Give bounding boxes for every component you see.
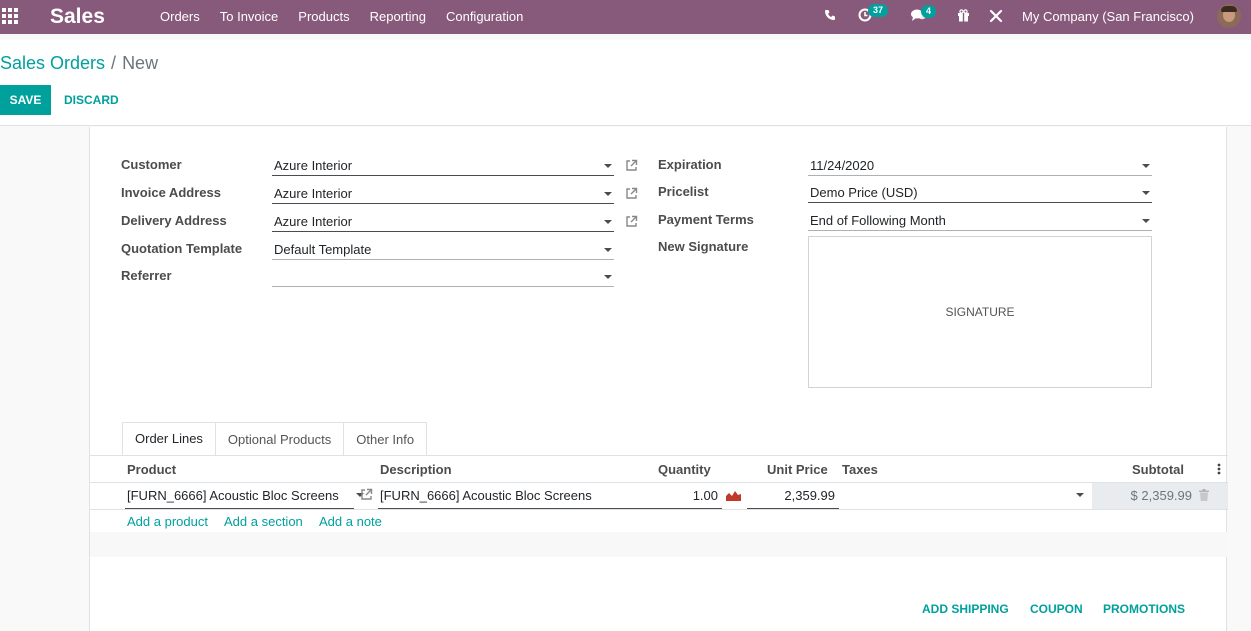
table-row-divider	[90, 509, 1228, 510]
external-link-icon[interactable]	[625, 159, 638, 172]
chevron-down-icon[interactable]	[1142, 191, 1150, 195]
pricelist-label: Pricelist	[658, 184, 709, 199]
messages-icon[interactable]: 4	[911, 5, 937, 22]
app-brand[interactable]: Sales	[50, 5, 105, 29]
external-link-icon[interactable]	[625, 215, 638, 228]
add-note-link[interactable]: Add a note	[319, 514, 382, 529]
breadcrumb: Sales Orders / New	[0, 53, 158, 74]
referrer-label: Referrer	[121, 268, 172, 283]
payment-terms-label: Payment Terms	[658, 212, 754, 227]
column-quantity[interactable]: Quantity	[658, 462, 711, 477]
apps-menu-icon[interactable]	[0, 8, 18, 24]
pricelist-value: Demo Price (USD)	[810, 185, 918, 200]
quantity-value: 1.00	[692, 488, 718, 503]
customer-value: Azure Interior	[274, 158, 353, 173]
chevron-down-icon[interactable]	[604, 192, 612, 196]
expiration-field[interactable]: 11/24/2020	[808, 154, 1152, 176]
subtotal-value: $ 2,359.99	[1130, 488, 1192, 503]
menu-to-invoice[interactable]: To Invoice	[220, 9, 279, 24]
chevron-down-icon[interactable]	[604, 220, 612, 224]
add-shipping-button[interactable]: ADD SHIPPING	[922, 602, 1009, 616]
unit-price-cell[interactable]: 2,359.99	[747, 483, 839, 509]
save-button[interactable]: SAVE	[0, 85, 51, 115]
add-section-link[interactable]: Add a section	[224, 514, 303, 529]
messages-count-badge: 4	[921, 5, 937, 18]
quotation-template-value: Default Template	[274, 242, 372, 257]
referrer-field[interactable]	[272, 265, 614, 287]
chevron-down-icon[interactable]	[1076, 493, 1084, 497]
promotions-button[interactable]: PROMOTIONS	[1103, 602, 1185, 616]
delivery-address-field[interactable]: Azure Interior	[272, 210, 614, 232]
phone-icon[interactable]	[824, 9, 836, 21]
customer-field[interactable]: Azure Interior	[272, 154, 614, 176]
column-options-icon[interactable]	[1217, 463, 1221, 478]
coupon-button[interactable]: COUPON	[1030, 602, 1083, 616]
breadcrumb-sales-orders[interactable]: Sales Orders	[0, 53, 105, 73]
pricelist-field[interactable]: Demo Price (USD)	[808, 181, 1152, 203]
external-link-icon[interactable]	[360, 488, 373, 501]
company-switcher[interactable]: My Company (San Francisco)	[1022, 9, 1194, 24]
invoice-address-label: Invoice Address	[121, 185, 221, 200]
column-taxes[interactable]: Taxes	[842, 462, 878, 477]
description-cell[interactable]: [FURN_6666] Acoustic Bloc Screens	[378, 483, 630, 509]
tab-order-lines[interactable]: Order Lines	[122, 422, 216, 455]
form-sheet: Customer Azure Interior Invoice Address …	[89, 127, 1228, 631]
product-value: [FURN_6666] Acoustic Bloc Screens	[127, 488, 339, 503]
expiration-value: 11/24/2020	[810, 158, 875, 173]
tab-optional-products[interactable]: Optional Products	[214, 422, 345, 455]
chevron-down-icon[interactable]	[604, 164, 612, 168]
debug-tools-icon[interactable]	[989, 9, 1003, 23]
menu-configuration[interactable]: Configuration	[446, 9, 523, 24]
signature-placeholder: SIGNATURE	[945, 305, 1015, 319]
chevron-down-icon[interactable]	[604, 275, 612, 279]
customer-label: Customer	[121, 157, 182, 172]
add-product-link[interactable]: Add a product	[127, 514, 208, 529]
menu-products[interactable]: Products	[298, 9, 349, 24]
trash-icon[interactable]	[1199, 489, 1209, 504]
gift-icon[interactable]	[957, 9, 970, 22]
column-description[interactable]: Description	[380, 462, 452, 477]
taxes-cell[interactable]	[842, 483, 1088, 509]
chevron-down-icon[interactable]	[604, 248, 612, 252]
empty-table-row	[90, 532, 1228, 557]
column-unit-price[interactable]: Unit Price	[767, 462, 828, 477]
top-navbar: Sales Orders To Invoice Products Reporti…	[0, 0, 1251, 34]
description-value: [FURN_6666] Acoustic Bloc Screens	[380, 488, 592, 503]
quotation-template-label: Quotation Template	[121, 241, 243, 256]
tabs-divider	[90, 455, 1228, 456]
delivery-address-value: Azure Interior	[274, 214, 353, 229]
expiration-label: Expiration	[658, 157, 722, 172]
unit-price-value: 2,359.99	[784, 488, 835, 503]
column-product[interactable]: Product	[127, 462, 176, 477]
activity-clock-icon[interactable]: 37	[858, 4, 889, 22]
referrer-value	[272, 269, 274, 284]
invoice-address-field[interactable]: Azure Interior	[272, 182, 614, 204]
delivery-address-label: Delivery Address	[121, 213, 227, 228]
menu-orders[interactable]: Orders	[160, 9, 200, 24]
external-link-icon[interactable]	[625, 187, 638, 200]
main-menu: Orders To Invoice Products Reporting Con…	[160, 9, 543, 24]
forecast-chart-icon[interactable]	[726, 489, 741, 504]
column-subtotal[interactable]: Subtotal	[1132, 462, 1184, 477]
payment-terms-value: End of Following Month	[810, 213, 946, 228]
breadcrumb-separator: /	[111, 53, 117, 73]
breadcrumb-current: New	[122, 53, 159, 73]
notebook-tabs: Order Lines Optional Products Other Info	[122, 422, 428, 455]
chevron-down-icon[interactable]	[1142, 164, 1150, 168]
payment-terms-field[interactable]: End of Following Month	[808, 209, 1152, 231]
new-signature-label: New Signature	[658, 239, 749, 254]
user-avatar[interactable]	[1217, 4, 1241, 28]
signature-pad[interactable]: SIGNATURE	[808, 236, 1152, 388]
product-cell[interactable]: [FURN_6666] Acoustic Bloc Screens	[125, 483, 364, 509]
quantity-cell[interactable]: 1.00	[630, 483, 722, 509]
activity-count-badge: 37	[868, 4, 889, 17]
tab-other-info[interactable]: Other Info	[343, 422, 428, 455]
invoice-address-value: Azure Interior	[274, 186, 353, 201]
quotation-template-field[interactable]: Default Template	[272, 238, 614, 260]
chevron-down-icon[interactable]	[1142, 219, 1150, 223]
menu-reporting[interactable]: Reporting	[370, 9, 426, 24]
discard-button[interactable]: DISCARD	[56, 85, 127, 115]
control-panel: Sales Orders / New SAVE DISCARD	[0, 40, 1251, 126]
